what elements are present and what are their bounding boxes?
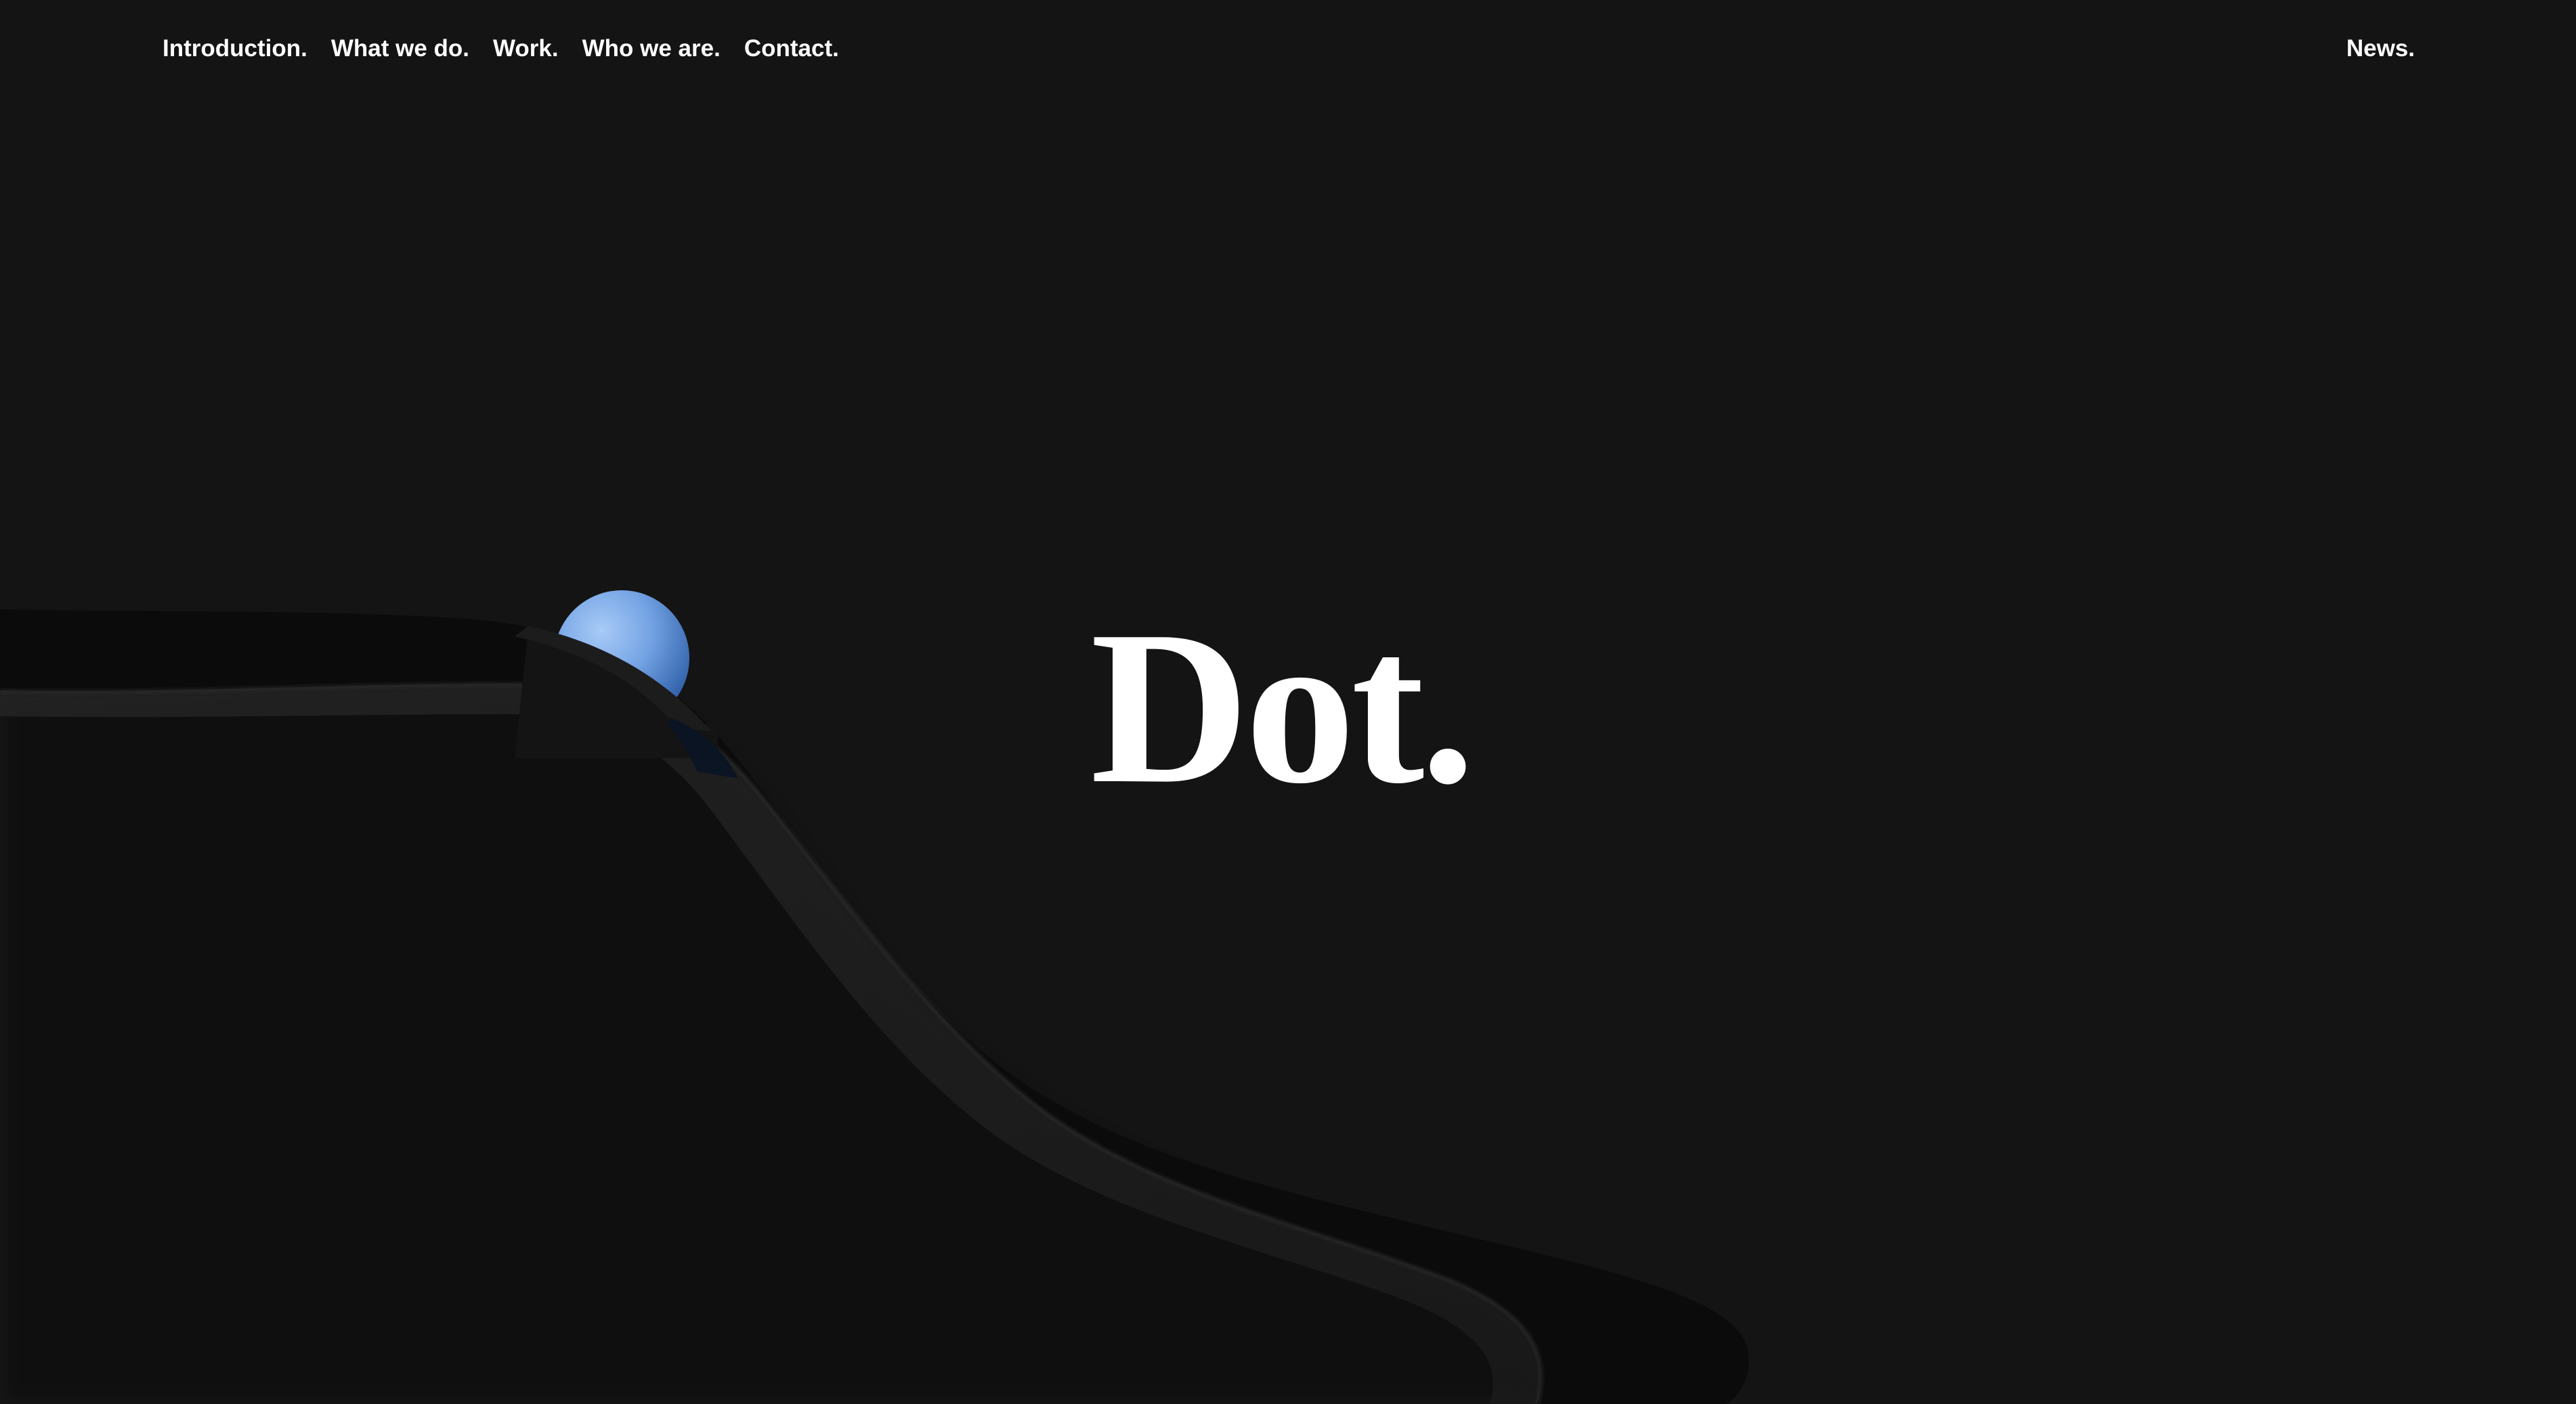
nav-link-what-we-do[interactable]: What we do. [331, 32, 469, 65]
nav-link-news[interactable]: News. [2346, 35, 2415, 62]
primary-nav: Introduction. What we do. Work. Who we a… [163, 32, 839, 65]
nav-link-introduction[interactable]: Introduction. [163, 32, 307, 65]
secondary-nav: News. [2346, 32, 2415, 65]
nav-link-work[interactable]: Work. [493, 32, 559, 65]
nav-link-contact[interactable]: Contact. [744, 32, 839, 65]
nav-link-who-we-are[interactable]: Who we are. [582, 32, 721, 65]
brand-logo-text: Dot. [1090, 586, 1476, 829]
top-navigation: Introduction. What we do. Work. Who we a… [0, 0, 2576, 98]
